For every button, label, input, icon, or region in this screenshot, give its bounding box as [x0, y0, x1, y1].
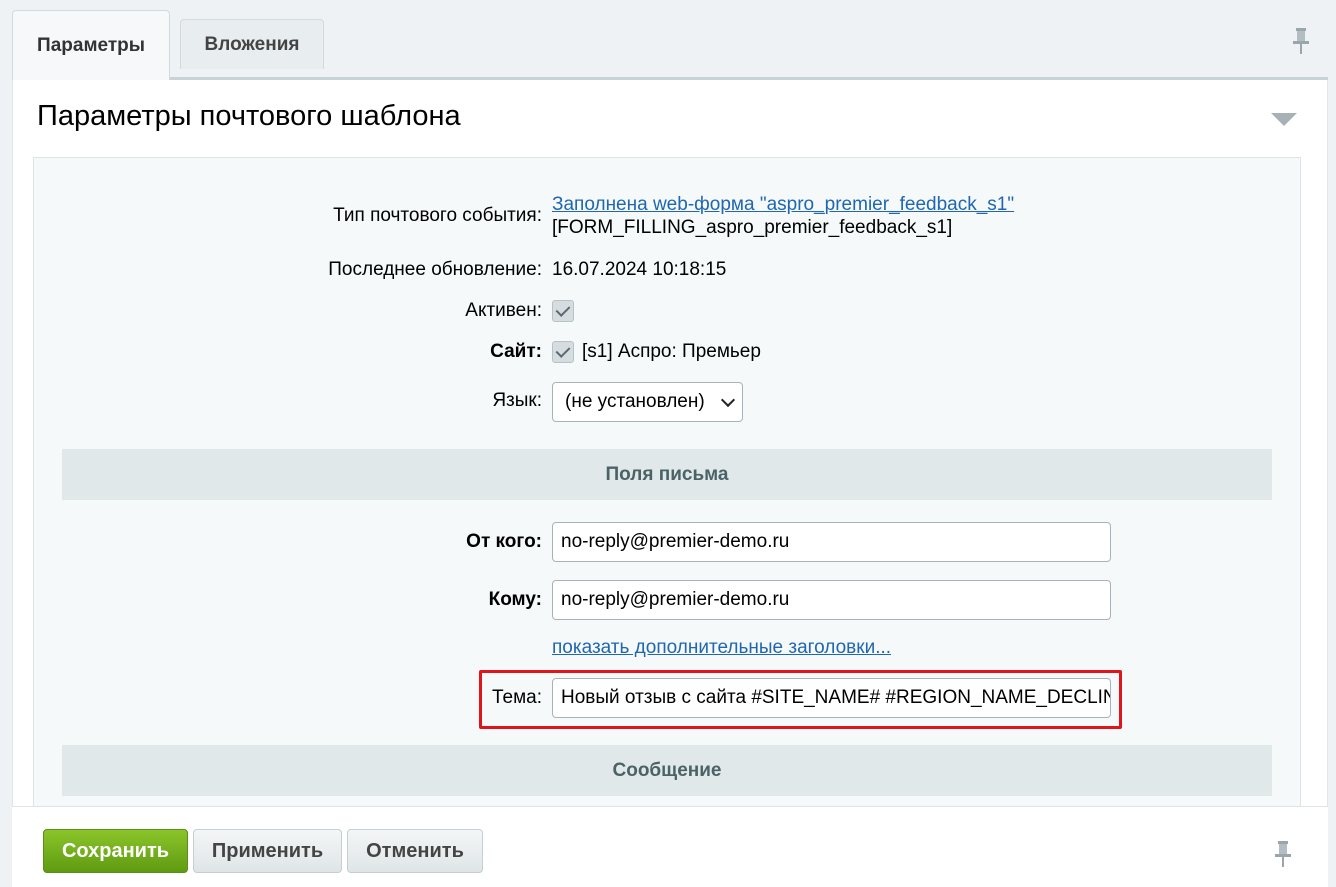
- to-input[interactable]: no-reply@premier-demo.ru: [552, 580, 1111, 620]
- chevron-down-icon: [720, 392, 736, 408]
- form-container: Тип почтового события: Заполнена web-фор…: [33, 157, 1301, 817]
- from-label: От кого:: [466, 531, 542, 552]
- last-update-label: Последнее обновление:: [328, 259, 542, 280]
- event-type-code: [FORM_FILLING_aspro_premier_feedback_s1]: [552, 217, 953, 238]
- event-type-label: Тип почтового события:: [333, 205, 542, 226]
- cancel-button[interactable]: Отменить: [347, 829, 483, 873]
- letter-fields-header: Поля письма: [62, 449, 1272, 500]
- main-panel: Параметры почтового шаблона Тип почтовог…: [12, 80, 1328, 817]
- panel-title: Параметры почтового шаблона: [37, 100, 461, 132]
- tab-parameters[interactable]: Параметры: [12, 10, 170, 80]
- active-label: Активен:: [465, 300, 542, 321]
- extra-headers-link[interactable]: показать дополнительные заголовки...: [552, 637, 891, 659]
- tab-attachments[interactable]: Вложения: [180, 19, 324, 69]
- site-value: [s1] Аспро: Премьер: [582, 341, 761, 362]
- pin-icon[interactable]: [1274, 841, 1292, 867]
- active-checkbox[interactable]: [552, 300, 574, 322]
- footer-bar: Сохранить Применить Отменить: [12, 806, 1328, 887]
- collapse-arrow-icon[interactable]: [1271, 113, 1297, 126]
- subject-label: Тема:: [491, 687, 542, 708]
- language-selected: (не установлен): [565, 391, 705, 412]
- tabs-bar: Параметры Вложения: [12, 0, 1328, 80]
- apply-button[interactable]: Применить: [193, 829, 342, 873]
- to-label: Кому:: [488, 589, 542, 610]
- language-select[interactable]: (не установлен): [552, 382, 743, 422]
- subject-input[interactable]: Новый отзыв с сайта #SITE_NAME# #REGION_…: [552, 678, 1111, 718]
- site-checkbox[interactable]: [552, 341, 574, 363]
- mail-template-editor: Параметры Вложения Параметры почтового ш…: [0, 0, 1336, 887]
- language-label: Язык:: [492, 390, 542, 411]
- last-update-value: 16.07.2024 10:18:15: [552, 259, 727, 280]
- event-type-link[interactable]: Заполнена web-форма "aspro_premier_feedb…: [552, 194, 1014, 216]
- save-button[interactable]: Сохранить: [43, 829, 188, 873]
- site-label: Сайт:: [490, 341, 542, 362]
- from-input[interactable]: no-reply@premier-demo.ru: [552, 522, 1111, 562]
- message-header: Сообщение: [62, 745, 1272, 796]
- pin-icon[interactable]: [1292, 28, 1310, 54]
